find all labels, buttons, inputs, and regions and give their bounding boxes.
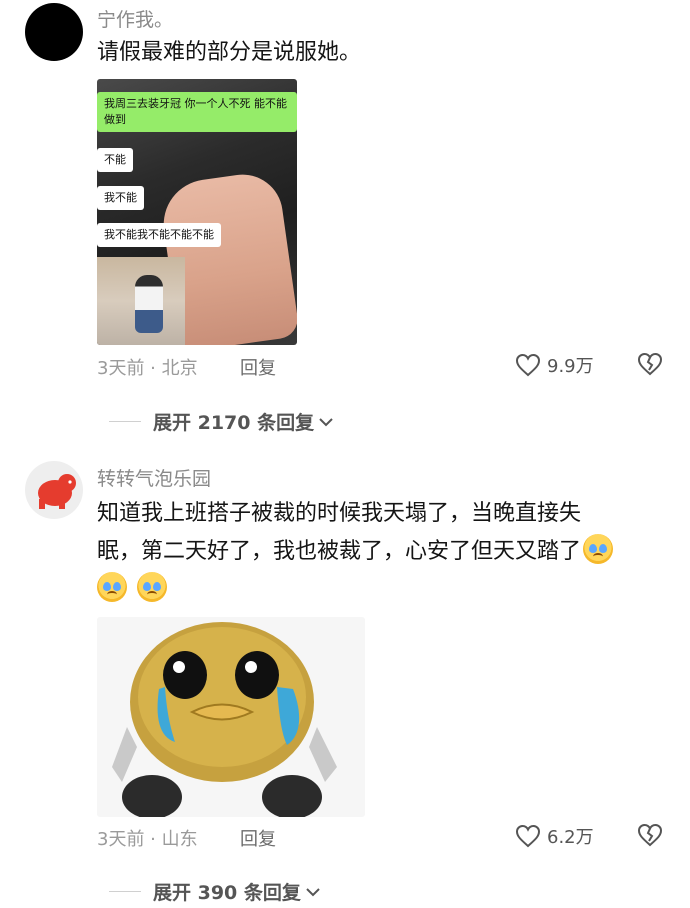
comment-image[interactable]: 我周三去装牙冠 你一个人不死 能不能做到 不能 我不能 我不能我不能不能不能 xyxy=(97,79,297,345)
kneeling-person xyxy=(135,275,163,333)
like-count: 9.9万 xyxy=(547,356,594,377)
time-location: 3天前 · 北京 xyxy=(97,358,198,379)
crying-face-emoji xyxy=(97,572,127,602)
like-count: 6.2万 xyxy=(547,827,594,848)
broken-heart-icon xyxy=(637,823,663,847)
comment-text: 请假最难的部分是说服她。 xyxy=(97,40,362,65)
like-button[interactable]: 9.9万 xyxy=(515,352,594,378)
dislike-button[interactable] xyxy=(637,352,663,380)
username[interactable]: 转转气泡乐园 xyxy=(97,464,211,491)
expand-label: 展开 2170 条回复 xyxy=(153,412,315,434)
chevron-down-icon xyxy=(306,887,320,896)
comment-line-text: 眠，第二天好了，我也被裁了，心安了但天又踏了 xyxy=(97,539,582,564)
divider xyxy=(109,421,141,422)
divider xyxy=(109,891,141,892)
heart-outline-icon xyxy=(515,824,541,848)
chevron-down-icon xyxy=(319,417,333,426)
expand-replies-button[interactable]: 展开 390 条回复 xyxy=(109,878,321,905)
avatar[interactable] xyxy=(25,461,83,519)
crying-face-emoji xyxy=(583,534,614,564)
expand-label: 展开 390 条回复 xyxy=(153,882,301,904)
username[interactable]: 宁作我。 xyxy=(97,5,173,32)
sticker-image[interactable] xyxy=(97,617,365,817)
red-mascot-icon xyxy=(38,474,76,509)
comment-line: 知道我上班搭子被裁的时候我天塌了，当晚直接失 xyxy=(97,501,582,526)
expand-replies-button[interactable]: 展开 2170 条回复 xyxy=(109,408,334,435)
reply-button[interactable]: 回复 xyxy=(240,354,276,380)
time-location: 3天前 · 山东 xyxy=(97,829,198,850)
chat-bubble: 我不能 xyxy=(97,186,144,210)
crying-face-emoji xyxy=(137,572,167,602)
broken-heart-icon xyxy=(637,352,663,376)
dislike-button[interactable] xyxy=(637,823,663,851)
comment-text: 知道我上班搭子被裁的时候我天塌了，当晚直接失 眠，第二天好了，我也被裁了，心安了… xyxy=(95,495,614,609)
reply-button[interactable]: 回复 xyxy=(240,825,276,851)
inset-photo xyxy=(97,257,185,345)
chat-bubble: 我周三去装牙冠 你一个人不死 能不能做到 xyxy=(97,92,297,132)
comment-line xyxy=(95,571,613,609)
crying-potato-sticker xyxy=(112,622,337,817)
heart-outline-icon xyxy=(515,353,541,377)
like-button[interactable]: 6.2万 xyxy=(515,823,594,849)
comment-line: 眠，第二天好了，我也被裁了，心安了但天又踏了 xyxy=(97,533,614,571)
chat-bubble: 我不能我不能不能不能 xyxy=(97,223,221,247)
chat-bubble: 不能 xyxy=(97,148,133,172)
avatar[interactable] xyxy=(25,3,83,61)
